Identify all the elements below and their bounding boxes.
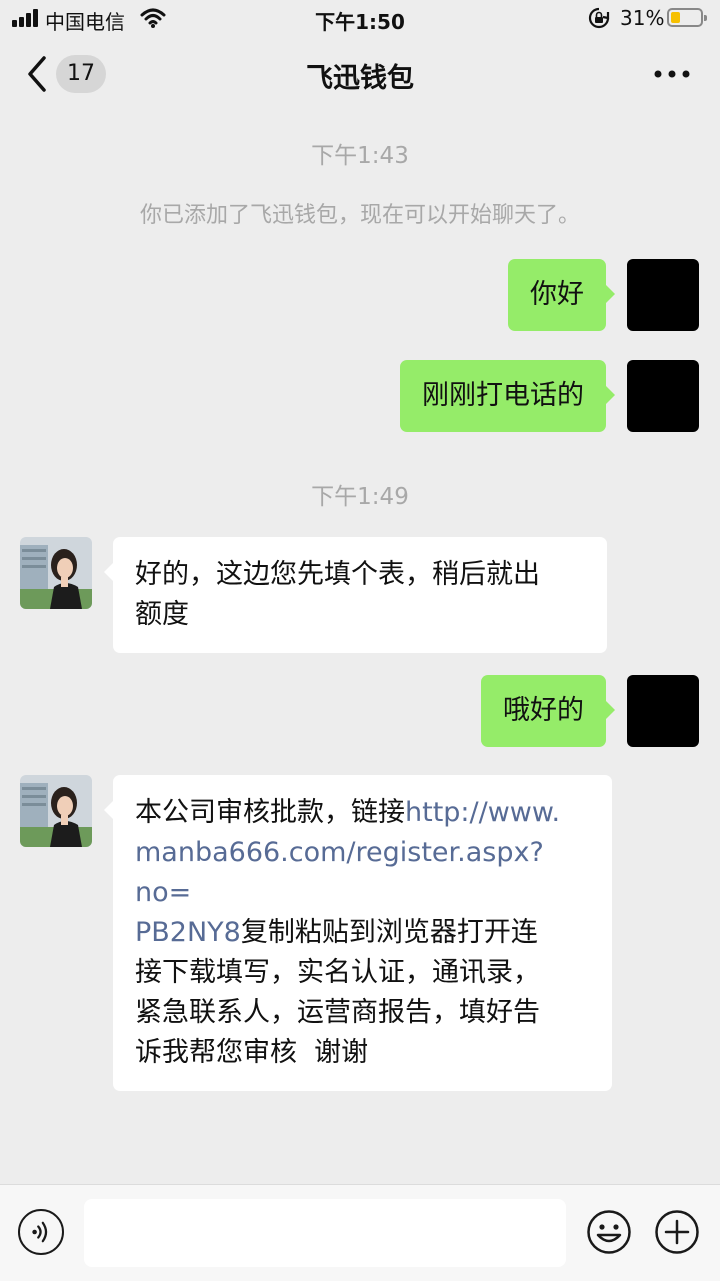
- message-text: 本公司审核批款，链接: [135, 797, 405, 828]
- message-line: 接下载填写，实名认证，通讯录，: [135, 957, 540, 988]
- timestamp: 下午1:49: [311, 484, 409, 510]
- my-avatar[interactable]: [627, 259, 699, 331]
- message-link[interactable]: PB2NY8: [135, 917, 241, 948]
- message-link[interactable]: http://www.: [405, 797, 560, 828]
- chat-header: 17 飞迅钱包: [0, 36, 720, 112]
- rotation-lock-icon: [588, 7, 610, 29]
- battery-icon: [667, 8, 707, 27]
- message-text: 复制粘贴到浏览器打开连: [240, 917, 538, 948]
- status-bar: 中国电信 下午1:50 31%: [0, 0, 720, 36]
- status-time: 下午1:50: [315, 10, 405, 34]
- input-bar: [0, 1184, 720, 1281]
- message-input[interactable]: [84, 1199, 566, 1267]
- message-bubble-received[interactable]: 本公司审核批款，链接http://www. manba666.com/regis…: [104, 775, 612, 1091]
- message-bubble-sent[interactable]: 哦好的: [481, 675, 615, 747]
- more-icon[interactable]: [650, 58, 694, 90]
- message-link[interactable]: manba666.com/register.aspx?no=: [135, 837, 544, 908]
- message-line: PB2NY8复制粘贴到浏览器打开连: [135, 913, 590, 953]
- battery-level-fill: [671, 12, 680, 23]
- message-bubble-sent[interactable]: 刚刚打电话的: [400, 360, 615, 432]
- timestamp: 下午1:43: [311, 143, 409, 169]
- system-message: 你已添加了飞迅钱包，现在可以开始聊天了。: [139, 203, 580, 228]
- message-bubble-sent[interactable]: 你好: [508, 259, 615, 331]
- message-line: 诉我帮您审核 谢谢: [135, 1037, 369, 1068]
- voice-icon[interactable]: [18, 1209, 64, 1255]
- chat-title: 飞迅钱包: [306, 63, 414, 94]
- message-line: 紧急联系人，运营商报告，填好告: [135, 997, 540, 1028]
- message-line: 好的，这边您先填个表，稍后就出: [135, 559, 540, 590]
- emoji-icon[interactable]: [586, 1209, 632, 1255]
- contact-avatar[interactable]: [20, 537, 92, 609]
- contact-avatar[interactable]: [20, 775, 92, 847]
- message-line: manba666.com/register.aspx?no=: [135, 833, 590, 913]
- plus-icon[interactable]: [654, 1209, 700, 1255]
- message-line: 额度: [135, 599, 189, 630]
- message-bubble-received[interactable]: 好的，这边您先填个表，稍后就出 额度: [104, 537, 607, 653]
- my-avatar[interactable]: [627, 360, 699, 432]
- battery-percent: 31%: [620, 6, 665, 30]
- message-line: 本公司审核批款，链接http://www.: [135, 793, 590, 833]
- my-avatar[interactable]: [627, 675, 699, 747]
